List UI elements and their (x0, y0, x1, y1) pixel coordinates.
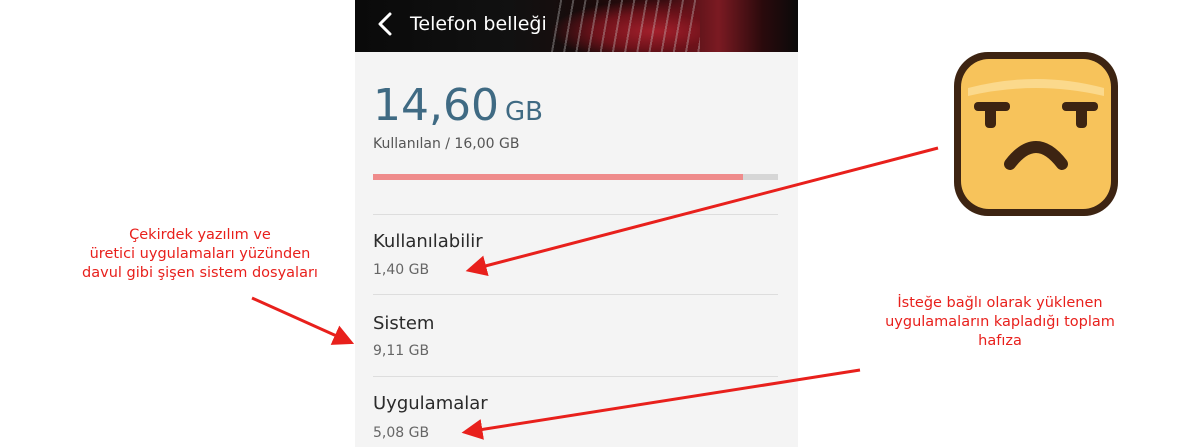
arrow-to-available (465, 146, 939, 276)
arrow-to-apps (461, 368, 861, 440)
annotation-arrows (251, 146, 939, 440)
arrow-to-system (251, 296, 355, 345)
